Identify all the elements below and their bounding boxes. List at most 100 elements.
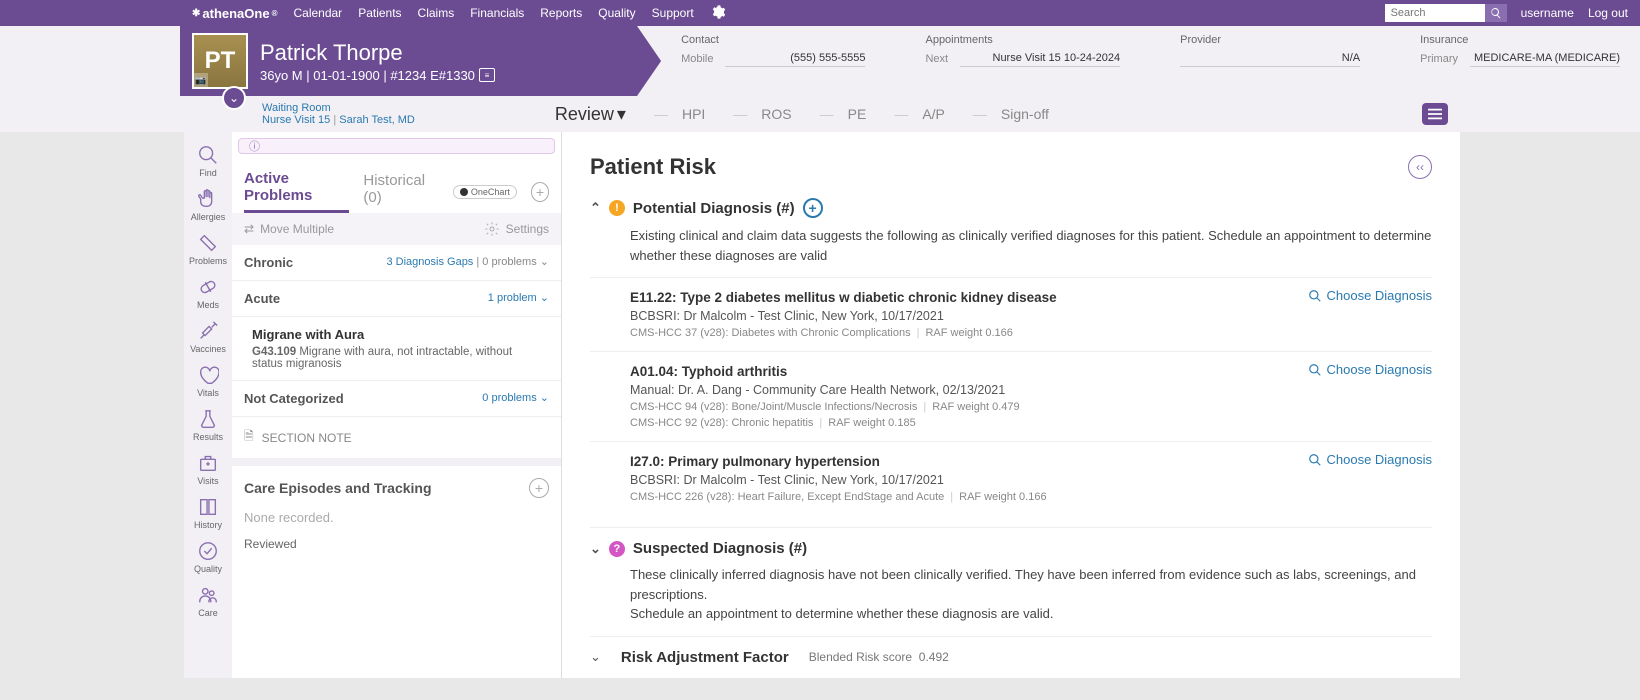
iconbar-find[interactable]: Find	[195, 142, 221, 180]
tab-ros[interactable]: ROS	[733, 106, 791, 122]
iconbar-vitals[interactable]: Vitals	[195, 362, 221, 400]
gear-icon	[484, 221, 500, 237]
raf-caret[interactable]: ⌄	[590, 649, 601, 665]
problem-item[interactable]: Migrane with Aura G43.109 Migrane with a…	[232, 317, 561, 381]
mobile-key: Mobile	[681, 53, 713, 65]
iconbar-care[interactable]: Care	[195, 582, 221, 620]
search-input[interactable]	[1385, 4, 1485, 22]
brand-star-icon: ✱	[192, 8, 200, 19]
iconbar-visits[interactable]: Visits	[195, 450, 221, 488]
notcat-header: Not Categorized	[244, 391, 344, 406]
iconbar-history[interactable]: History	[192, 494, 224, 532]
review-dropdown[interactable]: Review ▾	[555, 104, 626, 125]
acute-summary[interactable]: 1 problem ⌄	[488, 291, 549, 306]
chronic-header: Chronic	[244, 255, 293, 270]
chronic-summary[interactable]: 3 Diagnosis Gaps | 0 problems ⌄	[386, 255, 549, 270]
heart-icon	[197, 364, 219, 386]
nav-support[interactable]: Support	[652, 6, 694, 20]
provider-link[interactable]: Sarah Test, MD	[339, 114, 415, 126]
camera-icon[interactable]: 📷	[194, 73, 208, 87]
insurance-label: Insurance	[1420, 34, 1620, 46]
iconbar: Find Allergies Problems Meds Vaccines Vi…	[184, 132, 232, 678]
collapse-panel-button[interactable]: ‹‹	[1408, 155, 1432, 179]
contact-label: Contact	[681, 34, 865, 46]
dx-meta: CMS-HCC 92 (v28): Chronic hepatitis|RAF …	[630, 417, 1432, 429]
diagnosis-row: E11.22: Type 2 diabetes mellitus w diabe…	[590, 277, 1432, 351]
patient-header: PT 📷 Patrick Thorpe 36yo M | 01-01-1900 …	[180, 26, 661, 96]
tab-historical[interactable]: Historical (0)	[363, 172, 438, 212]
expand-patient-button[interactable]: ⌄	[222, 86, 246, 110]
hamburger-icon	[1428, 108, 1442, 120]
iconbar-allergies[interactable]: Allergies	[189, 186, 228, 224]
raf-score: Blended Risk score 0.492	[809, 650, 949, 664]
tab-pe[interactable]: PE	[820, 106, 867, 122]
problem-description: G43.109 Migrane with aura, not intractab…	[252, 346, 541, 370]
choose-diagnosis-button[interactable]: Choose Diagnosis	[1308, 362, 1432, 377]
logout-link[interactable]: Log out	[1588, 6, 1628, 20]
book-icon	[197, 496, 219, 518]
iconbar-quality[interactable]: Quality	[192, 538, 224, 576]
check-icon	[197, 540, 219, 562]
patient-risk-panel: Patient Risk ‹‹ ⌃ ! Potential Diagnosis …	[562, 132, 1460, 678]
diagnosis-row: I27.0: Primary pulmonary hypertension BC…	[590, 441, 1432, 515]
tab-signoff[interactable]: Sign-off	[973, 106, 1049, 122]
chevron-down-icon: ⌄	[540, 292, 549, 304]
hand-icon	[197, 188, 219, 210]
iconbar-results[interactable]: Results	[191, 406, 225, 444]
chevron-down-icon: ⌄	[540, 392, 549, 404]
personal-info-banner[interactable]: ⓘ	[238, 138, 555, 154]
patient-name: Patrick Thorpe	[260, 40, 495, 66]
primary-key: Primary	[1420, 53, 1458, 65]
add-diagnosis-button[interactable]: +	[803, 198, 823, 218]
notcat-summary[interactable]: 0 problems ⌄	[482, 391, 549, 406]
search-icon	[1308, 363, 1322, 377]
waiting-room-link[interactable]: Waiting Room	[262, 102, 415, 114]
iconbar-meds[interactable]: Meds	[195, 274, 221, 312]
syringe-icon	[197, 320, 219, 342]
choose-diagnosis-button[interactable]: Choose Diagnosis	[1308, 288, 1432, 303]
sub-banner: Waiting Room Nurse Visit 15 | Sarah Test…	[0, 96, 1640, 132]
reviewed-label: Reviewed	[232, 537, 561, 563]
add-problem-button[interactable]: +	[531, 182, 549, 202]
search-icon	[1308, 453, 1322, 467]
tab-active-problems[interactable]: Active Problems	[244, 170, 349, 213]
section-note-button[interactable]: 🗎 SECTION NOTE	[232, 417, 561, 458]
diagnosis-row: A01.04: Typhoid arthritis Manual: Dr. A.…	[590, 351, 1432, 441]
next-key: Next	[925, 53, 948, 65]
search-button[interactable]	[1485, 4, 1507, 22]
potential-caret[interactable]: ⌃	[590, 200, 601, 216]
hamburger-button[interactable]	[1422, 103, 1448, 125]
top-bar: ✱athenaOne® Calendar Patients Claims Fin…	[0, 0, 1640, 26]
nav-quality[interactable]: Quality	[598, 6, 635, 20]
suspected-description: These clinically inferred diagnosis have…	[630, 565, 1432, 624]
settings-button[interactable]: Settings	[484, 221, 549, 237]
dx-source: Manual: Dr. A. Dang - Community Care Hea…	[630, 383, 1432, 397]
gear-icon[interactable]	[710, 4, 726, 23]
raf-title: Risk Adjustment Factor	[621, 649, 789, 666]
mobile-value: (555) 555-5555	[725, 50, 865, 67]
problem-title: Migrane with Aura	[252, 327, 541, 342]
tab-ap[interactable]: A/P	[894, 106, 945, 122]
move-multiple-button[interactable]: ⇄ Move Multiple	[244, 222, 334, 236]
nav-patients[interactable]: Patients	[358, 6, 401, 20]
search-icon	[1308, 289, 1322, 303]
suspected-caret[interactable]: ⌄	[590, 541, 601, 557]
add-episode-button[interactable]: +	[529, 478, 549, 498]
choose-diagnosis-button[interactable]: Choose Diagnosis	[1308, 452, 1432, 467]
onechart-toggle[interactable]: OneChart	[453, 185, 517, 199]
nav-claims[interactable]: Claims	[418, 6, 455, 20]
nav-calendar[interactable]: Calendar	[293, 6, 342, 20]
visit-link[interactable]: Nurse Visit 15	[262, 114, 330, 126]
search-icon	[1490, 7, 1502, 19]
iconbar-vaccines[interactable]: Vaccines	[188, 318, 228, 356]
avatar[interactable]: PT 📷	[192, 33, 248, 89]
provider-label: Provider	[1180, 34, 1360, 46]
search-icon	[197, 144, 219, 166]
username-link[interactable]: username	[1521, 6, 1574, 20]
note-icon[interactable]: ≡	[479, 68, 495, 82]
nav-financials[interactable]: Financials	[470, 6, 524, 20]
nav-reports[interactable]: Reports	[540, 6, 582, 20]
iconbar-problems[interactable]: Problems	[187, 230, 229, 268]
none-recorded: None recorded.	[232, 510, 561, 537]
tab-hpi[interactable]: HPI	[654, 106, 705, 122]
